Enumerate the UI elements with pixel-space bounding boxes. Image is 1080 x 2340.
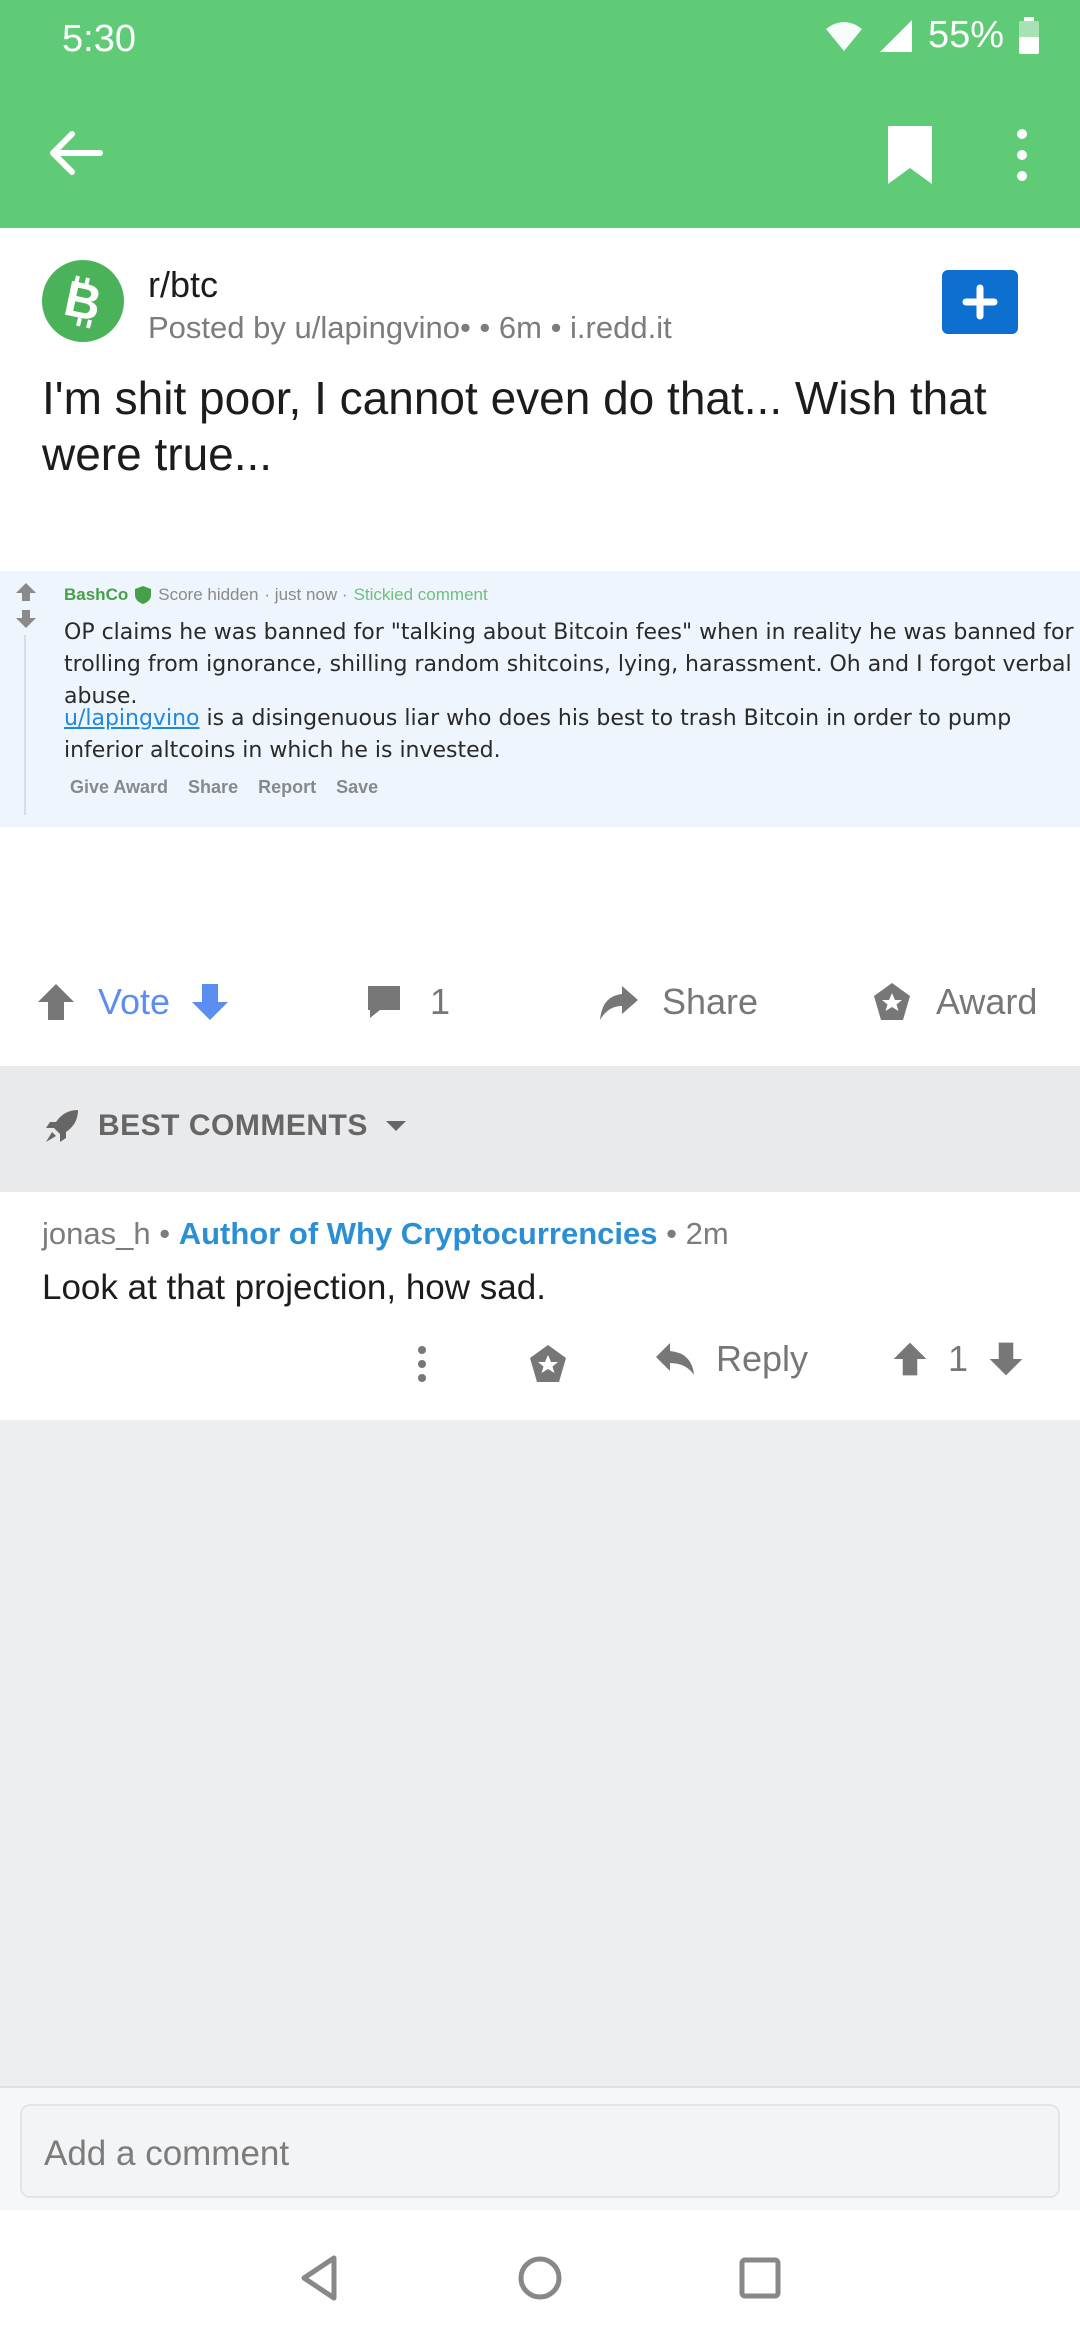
embed-paragraph-2: u/lapingvino is a disingenuous liar who …: [64, 703, 1074, 767]
add-comment-bar: Add a comment: [0, 2086, 1080, 2210]
upvote-icon[interactable]: [34, 980, 78, 1024]
embed-downvote-icon: [16, 610, 36, 628]
battery-percent: 55%: [927, 14, 1004, 56]
embed-action: Share: [188, 777, 239, 797]
battery-icon: [1019, 16, 1039, 54]
comment-flair: Author of Why Cryptocurrencies: [178, 1216, 658, 1251]
reply-label: Reply: [716, 1338, 809, 1379]
downvote-icon[interactable]: [188, 980, 232, 1024]
plus-icon: [962, 284, 998, 320]
comment-age: • 2m: [666, 1216, 729, 1251]
comment-header: jonas_h • Author of Why Cryptocurrencies…: [42, 1216, 729, 1251]
nav-home-icon[interactable]: [510, 2248, 570, 2308]
embed-score: Score hidden: [158, 585, 259, 604]
comment-author[interactable]: jonas_h: [42, 1216, 151, 1251]
post-action-bar: Vote 1 Share Award: [0, 940, 1080, 1066]
add-comment-input[interactable]: Add a comment: [20, 2104, 1060, 2198]
post-meta: Posted by u/lapingvino• • 6m • i.redd.it: [148, 310, 672, 346]
reply-icon: [656, 1343, 694, 1375]
post-age: • 6m •: [479, 310, 562, 345]
svg-text:B: B: [60, 270, 107, 332]
post-title[interactable]: I'm shit poor, I cannot even do that... …: [42, 370, 1042, 482]
vote-group: Vote: [34, 972, 232, 1032]
subreddit-avatar[interactable]: B: [42, 260, 124, 342]
moderator-shield-icon: [135, 586, 152, 604]
embed-time: · just now ·: [264, 585, 348, 604]
nav-back-icon[interactable]: [290, 2248, 350, 2308]
wifi-icon: [825, 21, 862, 51]
embed-votes: [14, 581, 40, 635]
system-nav-bar: [0, 2210, 1080, 2340]
embed-upvote-icon: [16, 583, 36, 601]
rocket-icon: [46, 1110, 78, 1142]
reply-button[interactable]: Reply: [654, 1338, 808, 1380]
award-icon: [874, 983, 910, 1020]
post-image[interactable]: BashCo Score hidden · just now · Stickie…: [0, 571, 1080, 827]
embed-stickied: Stickied comment: [353, 585, 488, 604]
embed-comment-header: BashCo Score hidden · just now · Stickie…: [64, 585, 488, 605]
embed-paragraph-1: OP claims he was banned for "talking abo…: [64, 620, 1074, 709]
status-icons: 55%: [824, 14, 1040, 57]
posted-by[interactable]: Posted by u/lapingvino•: [148, 310, 471, 345]
award-button[interactable]: Award: [870, 972, 1037, 1032]
bitcoin-cash-icon: B: [60, 270, 107, 332]
embed-user-link: u/lapingvino: [64, 706, 200, 731]
comment-body: Look at that projection, how sad.: [42, 1268, 546, 1307]
embed-action: Give Award: [70, 777, 169, 797]
embed-action: Report: [258, 777, 317, 797]
status-time: 5:30: [62, 18, 136, 60]
nav-recents-icon[interactable]: [730, 2248, 790, 2308]
comment-count: 1: [430, 981, 451, 1022]
back-arrow-icon[interactable]: [42, 120, 108, 186]
sort-selector[interactable]: BEST COMMENTS: [42, 1106, 408, 1146]
embed-action: Save: [336, 777, 379, 797]
comment-upvote-icon[interactable]: [890, 1339, 930, 1379]
share-icon: [600, 986, 638, 1020]
share-button[interactable]: Share: [596, 972, 758, 1032]
embed-paragraph-2-text: is a disingenuous liar who does his best…: [64, 706, 1012, 763]
app-bar: [0, 80, 1080, 228]
embed-author: BashCo: [64, 585, 129, 604]
comment: jonas_h • Author of Why Cryptocurrencies…: [0, 1192, 1080, 1420]
embed-thread-line: [24, 635, 26, 815]
comment-downvote-icon[interactable]: [986, 1339, 1026, 1379]
signal-icon: [879, 19, 912, 52]
post-domain[interactable]: i.redd.it: [570, 310, 672, 345]
vote-label: Vote: [98, 981, 171, 1022]
comment-score: 1: [948, 1338, 969, 1379]
status-bar: 5:30 55%: [0, 0, 1080, 80]
chevron-down-icon: [385, 1121, 406, 1131]
more-options-icon[interactable]: [1000, 122, 1044, 188]
subreddit-name[interactable]: r/btc: [148, 264, 218, 306]
comment-award-icon[interactable]: [526, 1342, 570, 1386]
comments-button[interactable]: 1: [364, 972, 450, 1032]
comment-vote-group: 1: [890, 1338, 1026, 1380]
award-label: Award: [936, 981, 1038, 1022]
comment-sort-bar[interactable]: BEST COMMENTS: [0, 1066, 1080, 1192]
comment-more-icon[interactable]: [404, 1342, 440, 1386]
share-label: Share: [662, 981, 759, 1022]
bookmark-icon[interactable]: [880, 122, 940, 188]
comment-actions: Reply 1: [0, 1322, 1080, 1402]
sort-label: BEST COMMENTS: [98, 1109, 368, 1142]
embed-actions: Give Award Share Report Save: [70, 777, 378, 798]
post-card: B r/btc Posted by u/lapingvino• • 6m • i…: [0, 228, 1080, 1066]
join-button[interactable]: [942, 270, 1018, 334]
comment-icon: [368, 986, 400, 1018]
